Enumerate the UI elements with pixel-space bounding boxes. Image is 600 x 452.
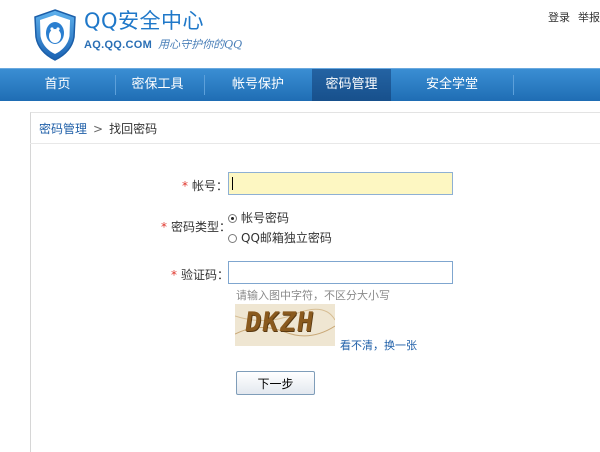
account-label: * 帐号： <box>182 179 229 193</box>
captcha-refresh-link[interactable]: 看不清，换一张 <box>340 337 417 353</box>
captcha-image[interactable]: DKZH <box>235 304 335 346</box>
nav-item-security-tools[interactable]: 密保工具 <box>100 69 215 101</box>
captcha-input[interactable] <box>228 261 453 284</box>
report-link[interactable]: 举报 <box>578 11 600 24</box>
login-link[interactable]: 登录 <box>548 11 570 24</box>
nav-item-security-school[interactable]: 安全学堂 <box>391 69 513 101</box>
next-step-button[interactable]: 下一步 <box>236 371 315 395</box>
radio-account-password[interactable]: 帐号密码 <box>228 210 289 226</box>
breadcrumb-password-management[interactable]: 密码管理 <box>39 122 87 136</box>
breadcrumb-separator: > <box>93 122 104 136</box>
required-mark: * <box>171 268 177 282</box>
nav-divider <box>513 75 514 95</box>
account-input[interactable] <box>228 172 453 195</box>
brand-domain: AQ.QQ.COM <box>84 39 153 51</box>
required-mark: * <box>182 179 188 193</box>
brand-slogan: 用心守护你的QQ <box>158 38 243 51</box>
password-type-label: * 密码类型： <box>161 220 232 234</box>
radio-unchecked-icon[interactable] <box>228 234 237 243</box>
captcha-text: DKZH <box>242 307 317 338</box>
main-nav: 首页 密保工具 帐号保护 密码管理 安全学堂 <box>0 68 600 101</box>
qq-shield-logo-icon[interactable] <box>33 9 77 61</box>
brand-title: QQ安全中心 <box>84 9 205 33</box>
nav-item-password-management[interactable]: 密码管理 <box>312 69 391 101</box>
breadcrumb-divider <box>30 143 600 144</box>
radio-qq-mail-password[interactable]: QQ邮箱独立密码 <box>228 230 332 246</box>
required-mark: * <box>161 220 167 234</box>
site-header: QQ安全中心 AQ.QQ.COM 用心守护你的QQ 登录 举报 <box>0 0 600 68</box>
breadcrumb-current: 找回密码 <box>109 122 158 136</box>
breadcrumb: 密码管理 > 找回密码 <box>39 120 157 137</box>
nav-item-account-protection[interactable]: 帐号保护 <box>204 69 312 101</box>
top-links: 登录 举报 <box>540 9 600 25</box>
nav-item-home[interactable]: 首页 <box>0 69 115 101</box>
captcha-hint: 请输入图中字符，不区分大小写 <box>236 289 390 302</box>
brand-subtitle: AQ.QQ.COM 用心守护你的QQ <box>84 38 242 52</box>
radio-checked-icon[interactable] <box>228 214 237 223</box>
captcha-label: * 验证码： <box>171 268 230 282</box>
text-caret <box>232 177 233 190</box>
